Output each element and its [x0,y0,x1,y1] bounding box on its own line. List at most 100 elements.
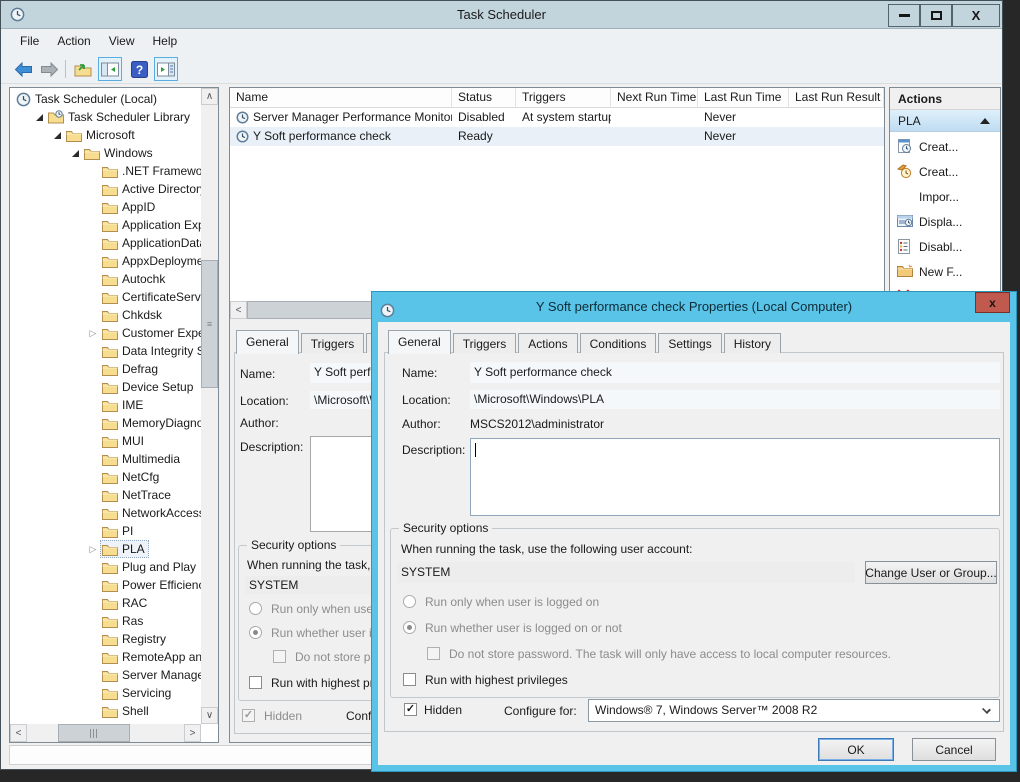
actions-group-header[interactable]: PLA [890,110,1000,132]
tab-general[interactable]: General [388,330,451,354]
tree-item-chkdsk[interactable]: Chkdsk [10,306,201,324]
tree-item-ras[interactable]: Ras [10,612,201,630]
task-row-y-soft-performance-check[interactable]: Y Soft performance checkReadyNever [230,127,884,146]
tree-item-registry[interactable]: Registry [10,630,201,648]
tree-item-nettrace[interactable]: NetTrace [10,486,201,504]
tree-scroll-thumb[interactable]: ≡ [201,260,218,388]
column-header-last-run-result[interactable]: Last Run Result [789,88,884,108]
column-header-last-run-time[interactable]: Last Run Time [698,88,789,108]
scroll-up-icon[interactable]: ∧ [201,88,218,105]
column-header-name[interactable]: Name [230,88,452,108]
action-new-f[interactable]: New F... [890,259,1000,284]
tree-item-data-integrity-s[interactable]: Data Integrity S [10,342,201,360]
minimize-button[interactable] [888,4,920,27]
menu-file[interactable]: File [11,30,48,53]
tree-item-autochk[interactable]: Autochk [10,270,201,288]
tab-actions[interactable]: Actions [518,333,577,353]
tree-item-pi[interactable]: PI [10,522,201,540]
expander-expanded-icon[interactable] [68,150,82,157]
ok-button[interactable]: OK [818,738,894,761]
tree-item-servicing[interactable]: Servicing [10,684,201,702]
tree-item-task-scheduler-library[interactable]: Task Scheduler Library [10,108,201,126]
export-list-button[interactable] [71,57,95,81]
highest-privileges-checkbox[interactable] [249,676,262,689]
tree-item-microsoft[interactable]: Microsoft [10,126,201,144]
maximize-button[interactable] [920,4,952,27]
tree-item-customer-exper[interactable]: ▷Customer Exper [10,324,201,342]
window-titlebar[interactable]: Task Scheduler X [1,1,1002,29]
menu-help[interactable]: Help [144,30,187,53]
column-header-triggers[interactable]: Triggers [516,88,611,108]
tree-item-pla[interactable]: ▷PLA [10,540,201,558]
expander-expanded-icon[interactable] [32,114,46,121]
tree-item-memorydiagno[interactable]: MemoryDiagno [10,414,201,432]
hidden-checkbox[interactable] [404,703,417,716]
cancel-button[interactable]: Cancel [912,738,996,761]
toggle-action-pane-button[interactable] [154,57,178,81]
tree-item-ime[interactable]: IME [10,396,201,414]
tree-item-netcfg[interactable]: NetCfg [10,468,201,486]
action-disabl[interactable]: Disabl... [890,234,1000,259]
tab-conditions[interactable]: Conditions [580,333,657,353]
menu-view[interactable]: View [100,30,144,53]
expander-expanded-icon[interactable] [50,132,64,139]
action-creat[interactable]: Creat... [890,159,1000,184]
tree-item-plug-and-play[interactable]: Plug and Play [10,558,201,576]
tree-item-windows[interactable]: Windows [10,144,201,162]
expander-collapsed-icon[interactable]: ▷ [86,540,100,558]
expander-collapsed-icon[interactable]: ▷ [86,324,100,342]
tree-item-active-directory[interactable]: Active Directory [10,180,201,198]
task-list: NameStatusTriggersNext Run TimeLast Run … [230,88,884,301]
tree-item-appxdeployme[interactable]: AppxDeployme [10,252,201,270]
tree-item-appid[interactable]: AppID [10,198,201,216]
scroll-left-icon[interactable]: < [230,301,247,319]
menu-action[interactable]: Action [48,30,99,53]
action-impor[interactable]: Impor... [890,184,1000,209]
tab-history[interactable]: History [724,333,781,353]
highest-privileges-checkbox[interactable] [403,673,416,686]
tree-horizontal-scrollbar[interactable]: < > [10,724,201,742]
tab-triggers[interactable]: Triggers [453,333,517,353]
configure-for-select[interactable]: Windows® 7, Windows Server™ 2008 R2 [588,699,1000,722]
tree-item-server-manager[interactable]: Server Manager [10,666,201,684]
tree-item-applicationdata[interactable]: ApplicationData [10,234,201,252]
scroll-right-icon[interactable]: > [184,724,201,742]
tree-item-power-efficienc[interactable]: Power Efficienc [10,576,201,594]
column-header-next-run-time[interactable]: Next Run Time [611,88,698,108]
action-creat[interactable]: Creat... [890,134,1000,159]
column-header-status[interactable]: Status [452,88,516,108]
forward-button[interactable] [37,57,61,81]
help-button[interactable]: ? [127,57,151,81]
tree-item-networkaccess[interactable]: NetworkAccess [10,504,201,522]
tree-item-remoteapp-and[interactable]: RemoteApp and [10,648,201,666]
tab-triggers[interactable]: Triggers [301,333,365,353]
scroll-down-icon[interactable]: ∨ [201,707,218,724]
tab-general[interactable]: General [236,330,299,354]
tree-item-task-scheduler-local[interactable]: Task Scheduler (Local) [10,90,201,108]
tree-item-multimedia[interactable]: Multimedia [10,450,201,468]
collapse-icon[interactable] [980,118,990,124]
tree-vertical-scrollbar[interactable]: ∧ ≡ ∨ [201,88,218,724]
tree-item-certificateservic[interactable]: CertificateServic [10,288,201,306]
hidden-checkbox[interactable] [242,709,255,722]
tree-item-rac[interactable]: RAC [10,594,201,612]
tree-item-defrag[interactable]: Defrag [10,360,201,378]
tree-item-mui[interactable]: MUI [10,432,201,450]
tab-settings[interactable]: Settings [658,333,721,353]
description-field[interactable] [470,438,1000,516]
dialog-close-button[interactable]: x [975,292,1010,313]
tree-item-device-setup[interactable]: Device Setup [10,378,201,396]
change-user-button[interactable]: Change User or Group... [865,561,997,584]
task-row-server-manager-performance-monitor[interactable]: Server Manager Performance MonitorDisabl… [230,108,884,127]
back-button[interactable] [11,57,35,81]
dialog-titlebar[interactable]: Y Soft performance check Properties (Loc… [372,292,1016,322]
scroll-left-icon[interactable]: < [10,724,27,742]
close-button[interactable]: X [952,4,1000,27]
tree-hscroll-thumb[interactable] [58,724,130,742]
toggle-console-tree-button[interactable] [98,57,122,81]
name-field[interactable]: Y Soft performance check [470,362,1000,383]
action-displa[interactable]: Displa... [890,209,1000,234]
tree-item-application-exp[interactable]: Application Exp [10,216,201,234]
tree-item-net-framework[interactable]: .NET Framework [10,162,201,180]
tree-item-shell[interactable]: Shell [10,702,201,720]
